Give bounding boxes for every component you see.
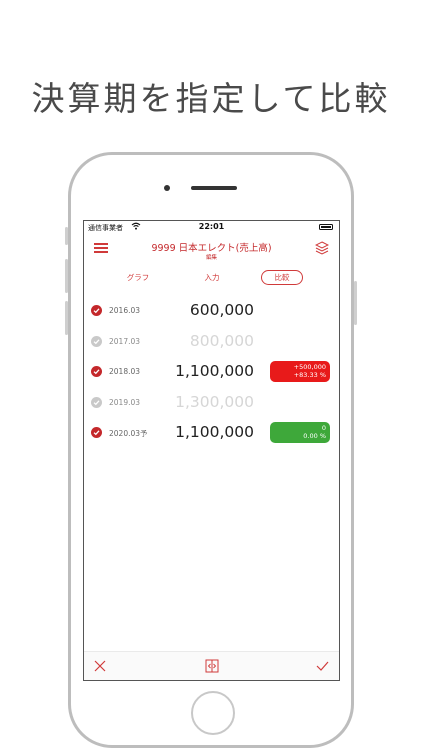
difference-badge: +500,000 +83.33 % xyxy=(270,361,330,382)
period-row[interactable]: 2017.03 800,000 xyxy=(84,327,339,358)
checkmark-icon[interactable] xyxy=(316,660,329,672)
speaker xyxy=(191,186,237,190)
amount-value: 600,000 xyxy=(189,301,254,319)
amount-value: 1,300,000 xyxy=(175,392,254,411)
home-button[interactable] xyxy=(191,691,235,735)
period-label: 2020.03予 xyxy=(109,429,148,438)
period-row[interactable]: 2016.03 600,000 xyxy=(84,296,339,327)
battery-icon xyxy=(319,224,333,230)
difference-value: +500,000 xyxy=(293,363,326,371)
status-time: 22:01 xyxy=(198,222,225,231)
difference-badge: 0 0.00 % xyxy=(270,422,330,443)
side-button xyxy=(65,227,68,245)
period-row[interactable]: 2018.03 1,100,000 +500,000 +83.33 % xyxy=(84,357,339,388)
close-icon[interactable] xyxy=(94,660,106,672)
period-label: 2018.03 xyxy=(109,367,141,376)
power-button xyxy=(354,281,357,325)
tab-input[interactable]: 入力 xyxy=(192,270,232,285)
status-bar: 通信事業者 22:01 xyxy=(84,221,339,234)
nav-bar: 9999 日本エレクト(売上高) 編集 xyxy=(84,234,339,266)
nav-title: 9999 日本エレクト(売上高) xyxy=(151,243,272,254)
checkbox-unchecked-icon[interactable] xyxy=(91,335,102,347)
checkbox-checked-icon[interactable] xyxy=(91,305,102,316)
headline: 決算期を指定して比較 xyxy=(31,79,391,118)
phone-frame: 通信事業者 22:01 9999 日本エレクト(売上高) 編集 グラフ 入力 比… xyxy=(65,152,357,748)
period-label: 2019.03 xyxy=(109,397,141,407)
period-label: 2016.03 xyxy=(109,306,141,315)
layers-icon[interactable] xyxy=(315,241,329,255)
bottom-toolbar xyxy=(84,651,339,680)
amount-value: 800,000 xyxy=(189,331,254,350)
period-list: 2016.03 600,000 2017.03 800,000 2018.03 … xyxy=(84,296,339,449)
period-row[interactable]: 2020.03予 1,100,000 0 0.00 % xyxy=(84,418,339,449)
checkbox-unchecked-icon[interactable] xyxy=(91,396,102,408)
period-row[interactable]: 2019.03 1,300,000 xyxy=(84,388,339,419)
checkbox-checked-icon[interactable] xyxy=(91,366,102,377)
tab-graph[interactable]: グラフ xyxy=(118,270,158,285)
amount-value: 1,100,000 xyxy=(175,362,254,380)
camera xyxy=(164,185,170,191)
phone-screen: 通信事業者 22:01 9999 日本エレクト(売上高) 編集 グラフ 入力 比… xyxy=(83,220,340,681)
split-icon[interactable] xyxy=(205,659,219,673)
volume-up-button xyxy=(65,259,68,293)
volume-down-button xyxy=(65,301,68,335)
period-label: 2017.03 xyxy=(109,336,141,346)
amount-value: 1,100,000 xyxy=(175,423,254,441)
edit-link[interactable]: 編集 xyxy=(84,253,339,261)
segmented-tabs: グラフ 入力 比較 xyxy=(84,268,339,288)
difference-value: 0 xyxy=(321,424,326,432)
difference-percent: +83.33 % xyxy=(293,371,326,379)
checkbox-checked-icon[interactable] xyxy=(91,427,102,438)
difference-percent: 0.00 % xyxy=(303,432,326,440)
app-store-screenshot: 決算期を指定して比較 通信事業者 22:01 9999 日本エレクト(売上高) … xyxy=(0,0,422,750)
tab-compare[interactable]: 比較 xyxy=(261,270,303,285)
